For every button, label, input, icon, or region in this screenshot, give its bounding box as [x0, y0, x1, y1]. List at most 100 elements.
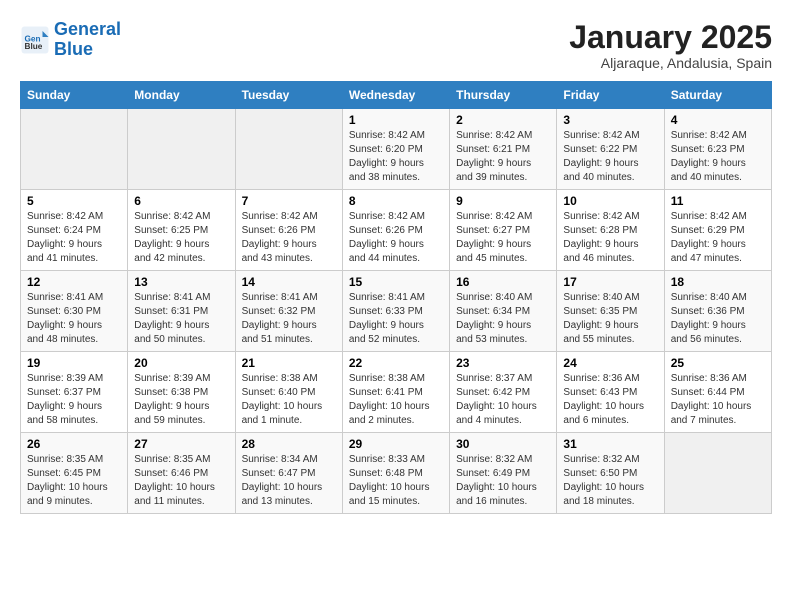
- header-monday: Monday: [128, 82, 235, 109]
- calendar-cell: [235, 109, 342, 190]
- day-info: Sunrise: 8:42 AM Sunset: 6:22 PM Dayligh…: [563, 129, 657, 185]
- calendar-cell: 22 Sunrise: 8:38 AM Sunset: 6:41 PM Dayli…: [342, 352, 449, 433]
- calendar-body: 1 Sunrise: 8:42 AM Sunset: 6:20 PM Daylig…: [21, 109, 772, 514]
- day-number: 19: [27, 356, 121, 370]
- calendar-cell: 7 Sunrise: 8:42 AM Sunset: 6:26 PM Daylig…: [235, 190, 342, 271]
- calendar-cell: 25Sunrise: 8:36 AM Sunset: 6:44 PM Dayli…: [664, 352, 771, 433]
- day-number: 1: [349, 113, 443, 127]
- calendar-cell: 10Sunrise: 8:42 AM Sunset: 6:28 PM Dayli…: [557, 190, 664, 271]
- calendar-cell: 11 Sunrise: 8:42 AM Sunset: 6:29 PM Dayli…: [664, 190, 771, 271]
- location-subtitle: Aljaraque, Andalusia, Spain: [569, 55, 772, 71]
- calendar-cell: 14Sunrise: 8:41 AM Sunset: 6:32 PM Dayli…: [235, 271, 342, 352]
- day-info: Sunrise: 8:38 AM Sunset: 6:40 PM Dayligh…: [242, 372, 336, 428]
- day-info: Sunrise: 8:42 AM Sunset: 6:24 PM Dayligh…: [27, 210, 121, 266]
- day-info: Sunrise: 8:40 AM Sunset: 6:34 PM Dayligh…: [456, 291, 550, 347]
- day-number: 7: [242, 194, 336, 208]
- day-info: Sunrise: 8:36 AM Sunset: 6:43 PM Dayligh…: [563, 372, 657, 428]
- calendar-cell: 28 Sunrise: 8:34 AM Sunset: 6:47 PM Dayli…: [235, 433, 342, 514]
- day-number: 11: [671, 194, 765, 208]
- day-info: Sunrise: 8:42 AM Sunset: 6:27 PM Dayligh…: [456, 210, 550, 266]
- calendar-cell: 31 Sunrise: 8:32 AM Sunset: 6:50 PM Dayli…: [557, 433, 664, 514]
- header-tuesday: Tuesday: [235, 82, 342, 109]
- day-info: Sunrise: 8:42 AM Sunset: 6:25 PM Dayligh…: [134, 210, 228, 266]
- day-info: Sunrise: 8:42 AM Sunset: 6:21 PM Dayligh…: [456, 129, 550, 185]
- calendar-cell: [128, 109, 235, 190]
- header-friday: Friday: [557, 82, 664, 109]
- day-info: Sunrise: 8:33 AM Sunset: 6:48 PM Dayligh…: [349, 453, 443, 509]
- day-number: 29: [349, 437, 443, 451]
- day-info: Sunrise: 8:42 AM Sunset: 6:29 PM Dayligh…: [671, 210, 765, 266]
- day-number: 13: [134, 275, 228, 289]
- calendar-cell: 29 Sunrise: 8:33 AM Sunset: 6:48 PM Dayli…: [342, 433, 449, 514]
- day-number: 3: [563, 113, 657, 127]
- header-thursday: Thursday: [450, 82, 557, 109]
- calendar-table: SundayMondayTuesdayWednesdayThursdayFrid…: [20, 81, 772, 514]
- day-info: Sunrise: 8:42 AM Sunset: 6:28 PM Dayligh…: [563, 210, 657, 266]
- logo-text: General Blue: [54, 20, 121, 60]
- week-row-1: 1 Sunrise: 8:42 AM Sunset: 6:20 PM Daylig…: [21, 109, 772, 190]
- calendar-cell: 23Sunrise: 8:37 AM Sunset: 6:42 PM Dayli…: [450, 352, 557, 433]
- header-wednesday: Wednesday: [342, 82, 449, 109]
- day-info: Sunrise: 8:39 AM Sunset: 6:37 PM Dayligh…: [27, 372, 121, 428]
- calendar-cell: 30 Sunrise: 8:32 AM Sunset: 6:49 PM Dayli…: [450, 433, 557, 514]
- day-number: 24: [563, 356, 657, 370]
- day-info: Sunrise: 8:42 AM Sunset: 6:26 PM Dayligh…: [349, 210, 443, 266]
- calendar-cell: 8 Sunrise: 8:42 AM Sunset: 6:26 PM Daylig…: [342, 190, 449, 271]
- day-info: Sunrise: 8:41 AM Sunset: 6:31 PM Dayligh…: [134, 291, 228, 347]
- calendar-cell: 15 Sunrise: 8:41 AM Sunset: 6:33 PM Dayli…: [342, 271, 449, 352]
- calendar-cell: 5 Sunrise: 8:42 AM Sunset: 6:24 PM Daylig…: [21, 190, 128, 271]
- day-number: 12: [27, 275, 121, 289]
- calendar-cell: 12 Sunrise: 8:41 AM Sunset: 6:30 PM Dayli…: [21, 271, 128, 352]
- day-number: 30: [456, 437, 550, 451]
- day-number: 2: [456, 113, 550, 127]
- calendar-cell: 13 Sunrise: 8:41 AM Sunset: 6:31 PM Dayli…: [128, 271, 235, 352]
- calendar-cell: 27Sunrise: 8:35 AM Sunset: 6:46 PM Dayli…: [128, 433, 235, 514]
- calendar-cell: 3 Sunrise: 8:42 AM Sunset: 6:22 PM Daylig…: [557, 109, 664, 190]
- day-number: 21: [242, 356, 336, 370]
- day-number: 20: [134, 356, 228, 370]
- day-info: Sunrise: 8:38 AM Sunset: 6:41 PM Dayligh…: [349, 372, 443, 428]
- day-info: Sunrise: 8:35 AM Sunset: 6:46 PM Dayligh…: [134, 453, 228, 509]
- calendar-cell: 4Sunrise: 8:42 AM Sunset: 6:23 PM Daylig…: [664, 109, 771, 190]
- day-info: Sunrise: 8:32 AM Sunset: 6:49 PM Dayligh…: [456, 453, 550, 509]
- svg-text:Blue: Blue: [25, 42, 43, 51]
- logo-icon: Gen Blue: [20, 25, 50, 55]
- day-number: 6: [134, 194, 228, 208]
- day-info: Sunrise: 8:41 AM Sunset: 6:30 PM Dayligh…: [27, 291, 121, 347]
- day-number: 9: [456, 194, 550, 208]
- calendar-cell: 2 Sunrise: 8:42 AM Sunset: 6:21 PM Daylig…: [450, 109, 557, 190]
- day-info: Sunrise: 8:40 AM Sunset: 6:36 PM Dayligh…: [671, 291, 765, 347]
- day-number: 22: [349, 356, 443, 370]
- day-number: 16: [456, 275, 550, 289]
- day-info: Sunrise: 8:36 AM Sunset: 6:44 PM Dayligh…: [671, 372, 765, 428]
- calendar-cell: 9 Sunrise: 8:42 AM Sunset: 6:27 PM Daylig…: [450, 190, 557, 271]
- day-info: Sunrise: 8:42 AM Sunset: 6:26 PM Dayligh…: [242, 210, 336, 266]
- calendar-cell: 21 Sunrise: 8:38 AM Sunset: 6:40 PM Dayli…: [235, 352, 342, 433]
- week-row-4: 19 Sunrise: 8:39 AM Sunset: 6:37 PM Dayli…: [21, 352, 772, 433]
- title-area: January 2025 Aljaraque, Andalusia, Spain: [569, 20, 772, 71]
- day-number: 4: [671, 113, 765, 127]
- day-number: 8: [349, 194, 443, 208]
- day-info: Sunrise: 8:40 AM Sunset: 6:35 PM Dayligh…: [563, 291, 657, 347]
- calendar-header-row: SundayMondayTuesdayWednesdayThursdayFrid…: [21, 82, 772, 109]
- calendar-cell: [21, 109, 128, 190]
- day-info: Sunrise: 8:39 AM Sunset: 6:38 PM Dayligh…: [134, 372, 228, 428]
- calendar-cell: 18Sunrise: 8:40 AM Sunset: 6:36 PM Dayli…: [664, 271, 771, 352]
- page-header: Gen Blue General Blue January 2025 Aljar…: [20, 20, 772, 71]
- calendar-cell: 26Sunrise: 8:35 AM Sunset: 6:45 PM Dayli…: [21, 433, 128, 514]
- day-info: Sunrise: 8:41 AM Sunset: 6:33 PM Dayligh…: [349, 291, 443, 347]
- day-info: Sunrise: 8:42 AM Sunset: 6:20 PM Dayligh…: [349, 129, 443, 185]
- calendar-cell: 24 Sunrise: 8:36 AM Sunset: 6:43 PM Dayli…: [557, 352, 664, 433]
- day-info: Sunrise: 8:37 AM Sunset: 6:42 PM Dayligh…: [456, 372, 550, 428]
- day-number: 15: [349, 275, 443, 289]
- day-number: 31: [563, 437, 657, 451]
- week-row-2: 5 Sunrise: 8:42 AM Sunset: 6:24 PM Daylig…: [21, 190, 772, 271]
- header-saturday: Saturday: [664, 82, 771, 109]
- day-number: 5: [27, 194, 121, 208]
- calendar-cell: 20 Sunrise: 8:39 AM Sunset: 6:38 PM Dayli…: [128, 352, 235, 433]
- day-info: Sunrise: 8:34 AM Sunset: 6:47 PM Dayligh…: [242, 453, 336, 509]
- day-number: 28: [242, 437, 336, 451]
- day-info: Sunrise: 8:35 AM Sunset: 6:45 PM Dayligh…: [27, 453, 121, 509]
- calendar-cell: 16 Sunrise: 8:40 AM Sunset: 6:34 PM Dayli…: [450, 271, 557, 352]
- day-info: Sunrise: 8:32 AM Sunset: 6:50 PM Dayligh…: [563, 453, 657, 509]
